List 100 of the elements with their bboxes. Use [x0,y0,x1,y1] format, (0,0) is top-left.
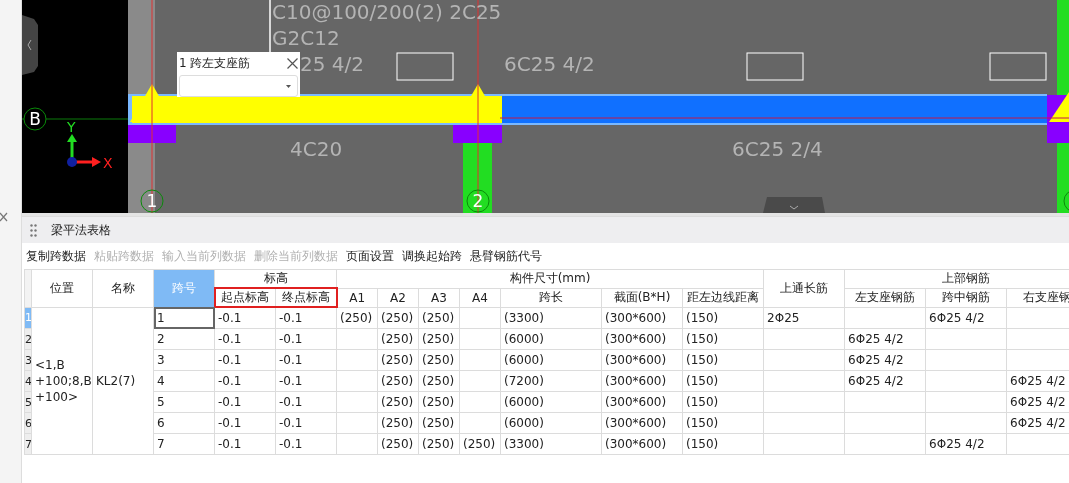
table-cell[interactable]: (7200) [500,370,602,392]
table-cell[interactable]: -0.1 [275,307,337,329]
column-header[interactable]: 距左边线距离 [682,288,764,307]
table-cell[interactable] [763,328,845,350]
table-cell[interactable]: (250) [418,349,460,371]
table-cell[interactable]: (300*600) [601,349,683,371]
table-cell[interactable] [336,328,378,350]
table-cell[interactable] [925,391,1007,413]
table-cell[interactable]: (250) [377,328,419,350]
table-cell[interactable] [925,328,1007,350]
table-cell[interactable] [844,391,926,413]
table-cell[interactable]: (150) [682,412,764,434]
table-cell[interactable]: -0.1 [214,412,276,434]
table-cell[interactable]: (250) [377,307,419,329]
table-cell[interactable]: (3300) [500,433,602,455]
table-cell[interactable]: (250) [418,328,460,350]
table-cell[interactable]: (150) [682,328,764,350]
column-header[interactable]: A4 [459,288,501,307]
table-cell[interactable] [459,349,501,371]
table-cell[interactable] [844,433,926,455]
table-cell[interactable]: -0.1 [275,391,337,413]
table-cell[interactable]: (300*600) [601,328,683,350]
column-header[interactable]: 终点标高 [275,288,337,307]
table-cell[interactable]: (150) [682,433,764,455]
table-cell[interactable]: 1 [153,307,215,329]
column-header[interactable]: 上通长筋 [763,269,845,307]
column-header[interactable]: 截面(B*H) [601,288,683,307]
table-cell[interactable]: 4 [153,370,215,392]
table-cell[interactable]: 6Φ25 4/2 [844,349,926,371]
table-cell[interactable] [925,349,1007,371]
toolbar-button[interactable]: 页面设置 [344,247,396,265]
table-cell[interactable]: (150) [682,349,764,371]
table-cell[interactable]: -0.1 [214,307,276,329]
table-cell[interactable]: 3 [153,349,215,371]
table-cell[interactable]: (300*600) [601,370,683,392]
table-cell[interactable] [459,328,501,350]
table-cell[interactable]: -0.1 [214,433,276,455]
close-icon[interactable] [287,57,298,69]
table-cell[interactable] [336,349,378,371]
toolbar-button[interactable]: 悬臂钢筋代号 [468,247,544,265]
toolbar-button[interactable]: 复制跨数据 [24,247,88,265]
table-cell[interactable]: -0.1 [214,391,276,413]
table-cell[interactable]: (250) [336,307,378,329]
table-cell[interactable]: (250) [418,307,460,329]
table-cell[interactable]: 5 [153,391,215,413]
table-cell[interactable]: (250) [459,433,501,455]
table-cell[interactable]: -0.1 [275,328,337,350]
table-cell[interactable]: (300*600) [601,307,683,329]
table-cell[interactable] [459,370,501,392]
column-header[interactable]: A1 [336,288,378,307]
row-number[interactable]: 7 [24,433,32,455]
column-header[interactable]: A2 [377,288,419,307]
table-cell[interactable]: -0.1 [275,370,337,392]
table-cell[interactable]: (250) [418,370,460,392]
column-header[interactable]: A3 [418,288,460,307]
dropdown-field[interactable] [179,75,298,97]
column-header[interactable]: 名称 [92,269,154,307]
table-cell[interactable] [844,307,926,329]
table-cell[interactable]: (250) [377,391,419,413]
table-cell[interactable] [336,412,378,434]
column-header[interactable]: 跨中钢筋 [925,288,1007,307]
table-cell[interactable] [763,370,845,392]
row-number[interactable]: 2 [24,328,32,350]
table-cell[interactable]: 2Φ25 [763,307,845,329]
table-cell[interactable] [925,412,1007,434]
table-cell[interactable]: (150) [682,370,764,392]
table-cell[interactable]: -0.1 [214,349,276,371]
toolbar-button[interactable]: 调换起始跨 [400,247,464,265]
table-cell[interactable]: (300*600) [601,412,683,434]
table-cell[interactable] [844,412,926,434]
table-cell[interactable]: 6Φ25 4/2 [925,307,1007,329]
table-cell[interactable]: 6Φ25 4/2 [844,370,926,392]
table-cell[interactable]: (6000) [500,391,602,413]
table-cell[interactable]: (3300) [500,307,602,329]
table-cell[interactable]: (250) [377,370,419,392]
table-cell[interactable]: (250) [418,391,460,413]
table-cell[interactable] [763,433,845,455]
table-cell[interactable]: 6 [153,412,215,434]
table-cell[interactable]: (150) [682,391,764,413]
table-cell[interactable]: -0.1 [214,370,276,392]
column-header[interactable]: 跨长 [500,288,602,307]
table-cell[interactable]: (6000) [500,328,602,350]
table-cell[interactable]: (6000) [500,412,602,434]
table-cell[interactable]: 6Φ25 4/2 [844,328,926,350]
table-cell[interactable]: (250) [418,412,460,434]
table-cell[interactable]: (250) [377,349,419,371]
column-header[interactable]: 起点标高 [214,288,276,307]
table-cell[interactable] [763,412,845,434]
column-header[interactable]: 位置 [31,269,93,307]
table-cell[interactable] [459,412,501,434]
table-cell[interactable]: (250) [377,412,419,434]
column-header[interactable]: 左支座钢筋 [844,288,926,307]
table-cell[interactable] [925,370,1007,392]
table-cell[interactable] [459,307,501,329]
table-cell[interactable] [763,391,845,413]
row-number[interactable]: 3 [24,349,32,371]
table-cell[interactable]: 6Φ25 4/2 [925,433,1007,455]
close-icon[interactable] [0,212,8,222]
table-cell[interactable]: (250) [377,433,419,455]
table-cell[interactable] [336,391,378,413]
